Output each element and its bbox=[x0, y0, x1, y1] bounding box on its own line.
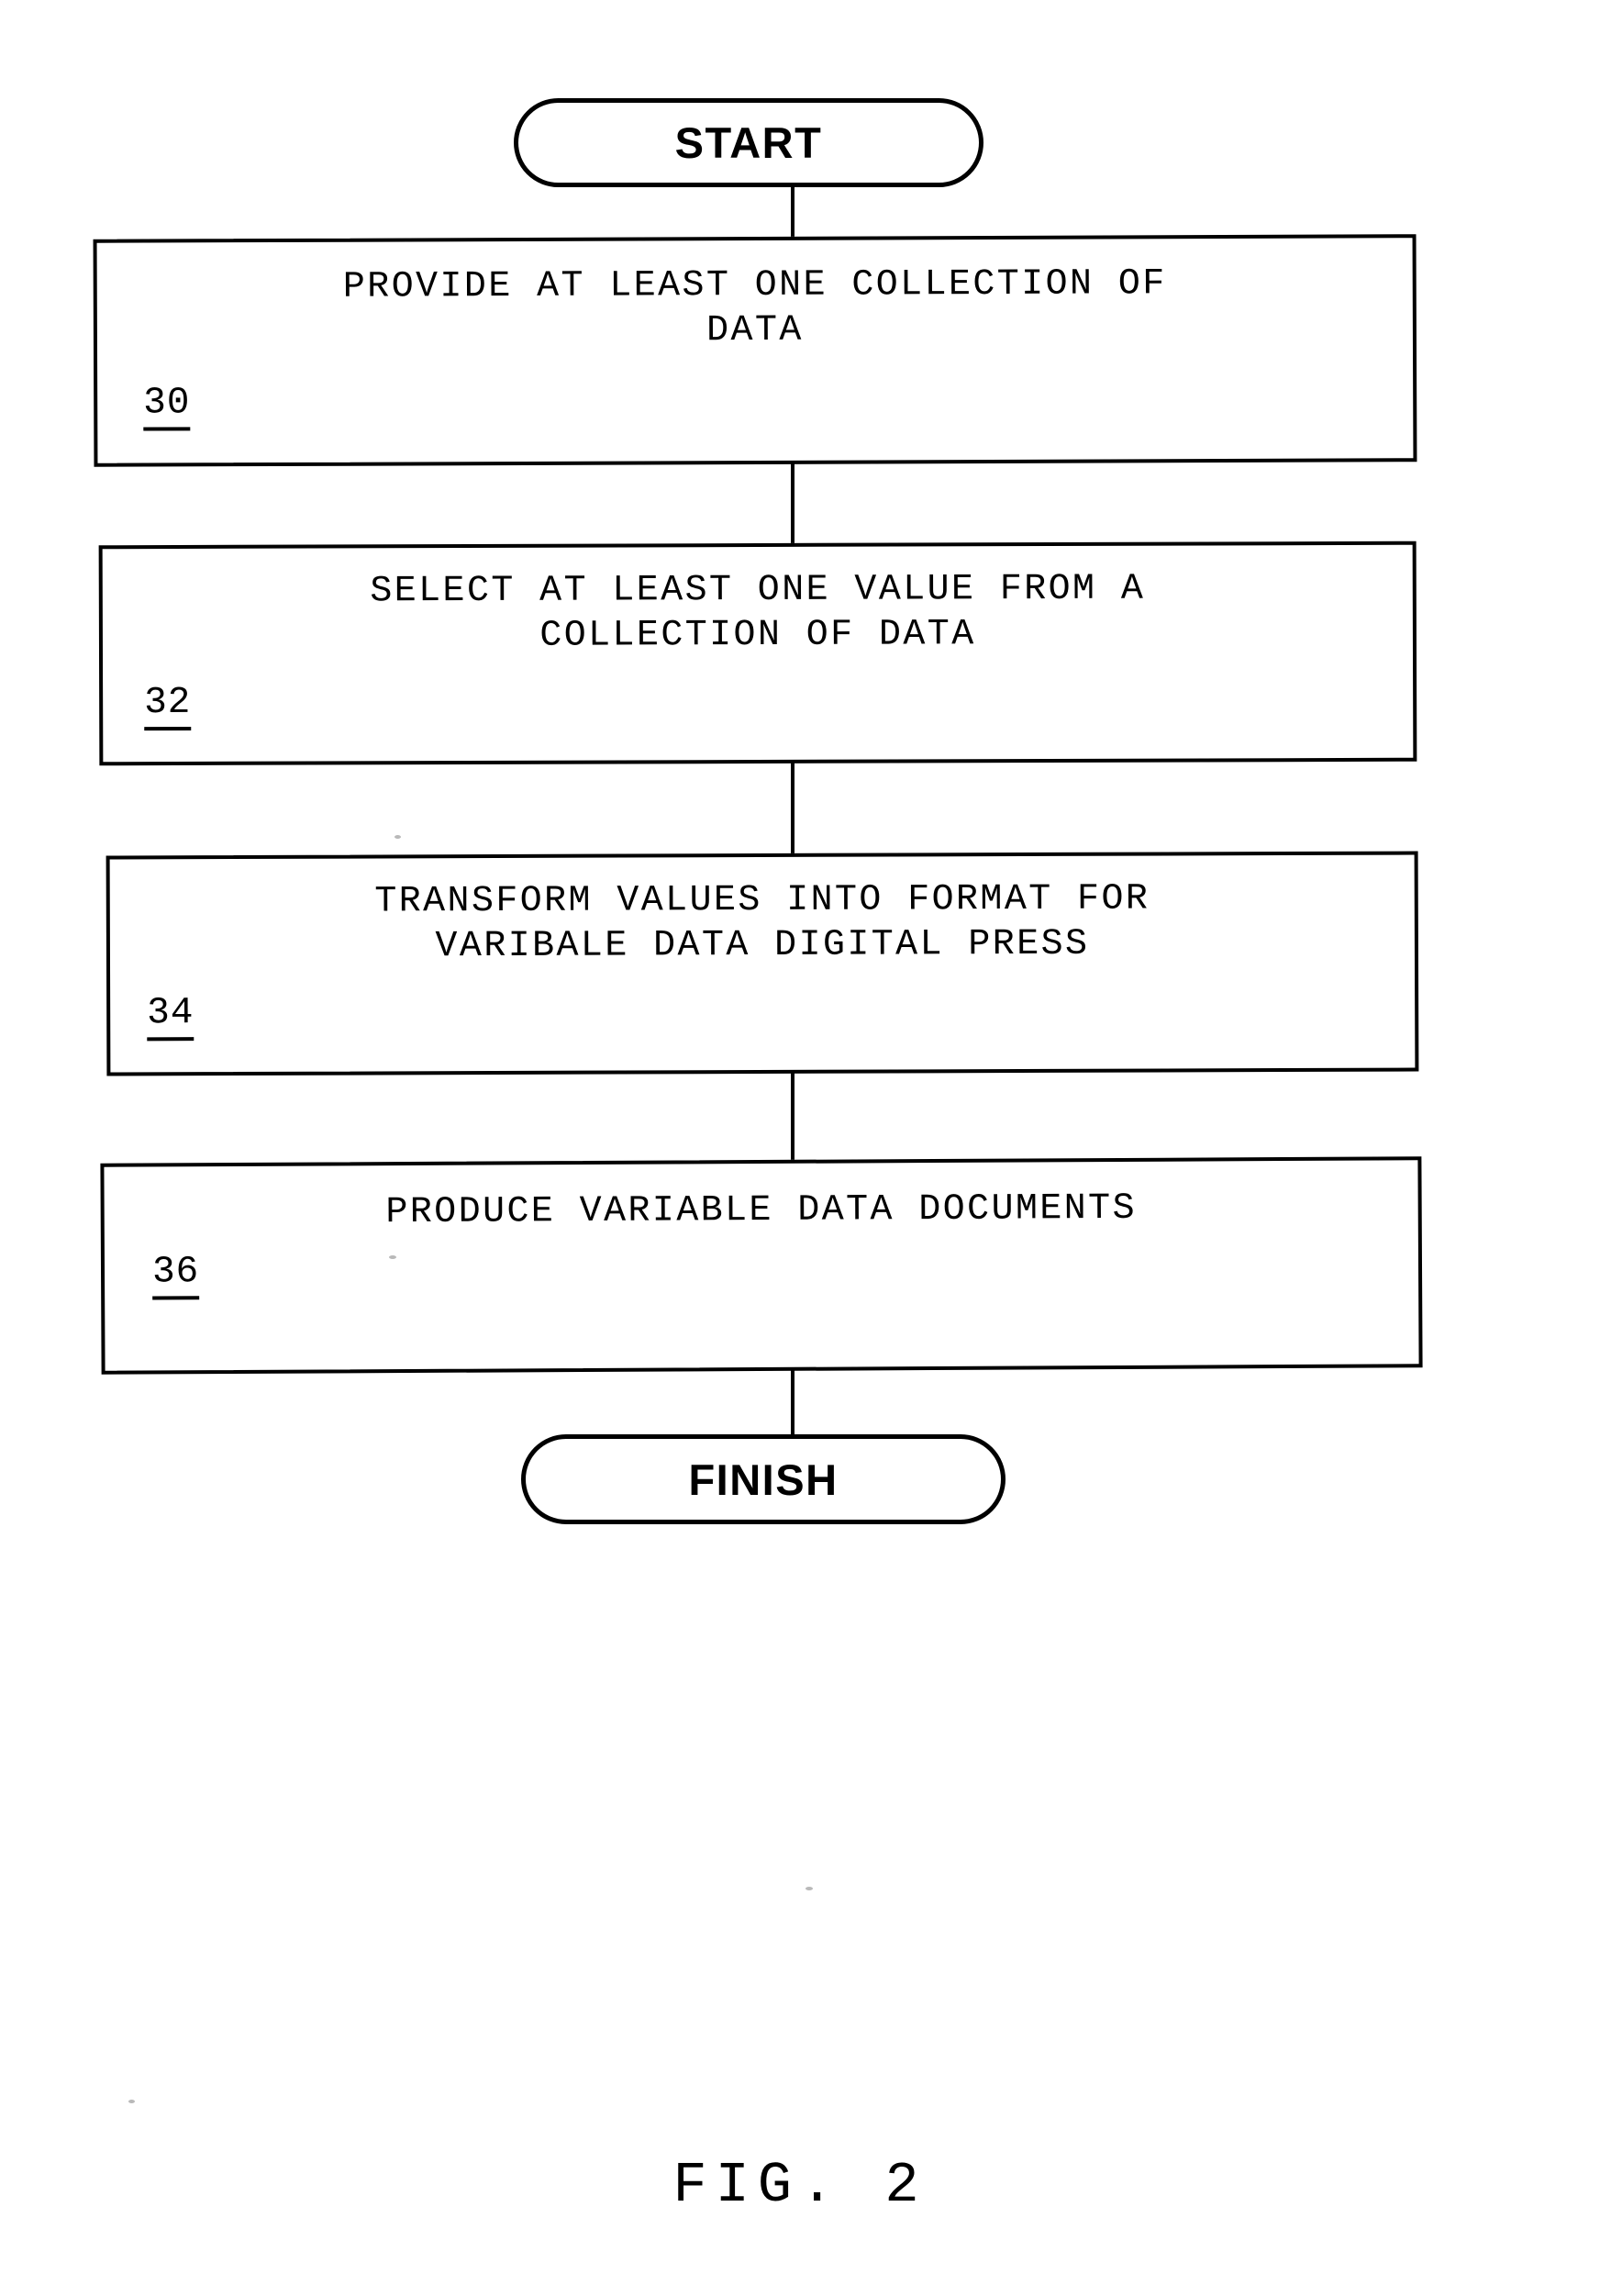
scan-speckle bbox=[806, 1887, 813, 1890]
flowchart-step-32: SELECT AT LEAST ONE VALUE FROM A COLLECT… bbox=[98, 541, 1417, 766]
step-30-text: PROVIDE AT LEAST ONE COLLECTION OF DATA bbox=[342, 263, 1167, 351]
step-30-reference-numeral: 30 bbox=[143, 382, 191, 431]
scan-speckle bbox=[128, 2100, 135, 2103]
step-36-text: PRODUCE VARIABLE DATA DOCUMENTS bbox=[385, 1187, 1138, 1234]
step-32-reference-numeral: 32 bbox=[144, 682, 192, 731]
patent-drawing-sheet: START PROVIDE AT LEAST ONE COLLECTION OF… bbox=[0, 0, 1600, 2296]
connector-step-32-to-step-34 bbox=[791, 761, 794, 856]
step-34-text: TRANSFORM VALUES INTO FORMAT FOR VARIBAL… bbox=[374, 878, 1150, 968]
connector-step-30-to-step-32 bbox=[791, 462, 794, 546]
step-34-reference-numeral: 34 bbox=[147, 992, 194, 1042]
flowchart-finish-terminator: FINISH bbox=[521, 1434, 1006, 1524]
step-32-text: SELECT AT LEAST ONE VALUE FROM A COLLECT… bbox=[370, 568, 1146, 657]
scan-speckle bbox=[394, 835, 401, 839]
scan-speckle bbox=[389, 1255, 396, 1259]
connector-start-to-step-30 bbox=[791, 184, 794, 240]
flowchart-step-30: PROVIDE AT LEAST ONE COLLECTION OF DATA … bbox=[93, 234, 1417, 467]
finish-label: FINISH bbox=[688, 1455, 839, 1504]
figure-caption: FIG. 2 bbox=[672, 2153, 928, 2218]
connector-step-34-to-step-36 bbox=[791, 1071, 794, 1163]
start-label: START bbox=[674, 118, 823, 167]
flowchart-start-terminator: START bbox=[514, 98, 983, 187]
connector-step-36-to-finish bbox=[791, 1368, 794, 1437]
step-36-reference-numeral: 36 bbox=[152, 1251, 200, 1300]
flowchart-step-36: PRODUCE VARIABLE DATA DOCUMENTS 36 bbox=[100, 1156, 1423, 1375]
flowchart-step-34: TRANSFORM VALUES INTO FORMAT FOR VARIBAL… bbox=[106, 851, 1419, 1076]
